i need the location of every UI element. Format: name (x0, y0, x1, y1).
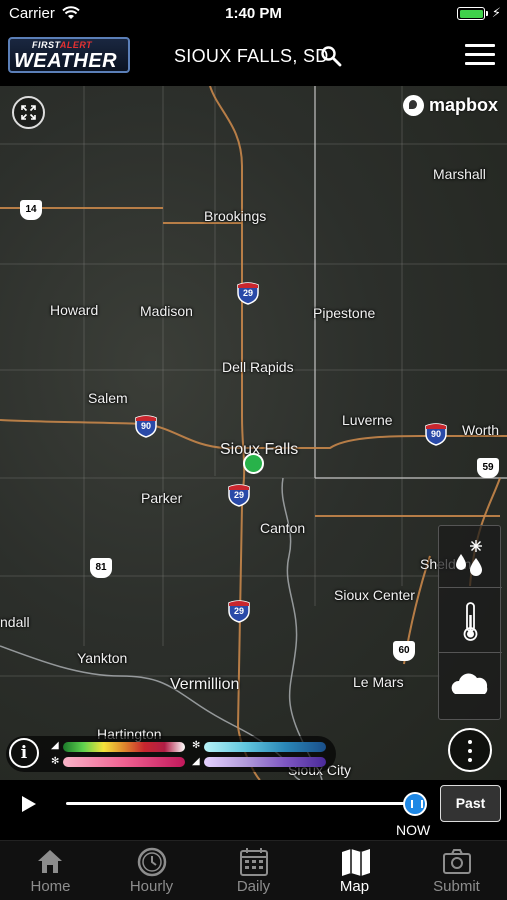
tab-label: Hourly (129, 878, 174, 895)
layer-picker (438, 525, 502, 720)
city-label: Salem (88, 390, 128, 406)
tab-map[interactable]: Map (304, 841, 405, 900)
snow-color-bar (204, 742, 326, 752)
interstate-shield: 29 (227, 483, 251, 507)
timeline-slider-thumb[interactable] (403, 792, 427, 816)
mapbox-label: mapbox (428, 95, 498, 115)
interstate-shield: 29 (236, 281, 260, 305)
tab-home[interactable]: Home (0, 841, 101, 900)
temperature-layer-icon (463, 602, 478, 641)
mix-legend-icon: ✻ (51, 756, 60, 767)
tab-label: Home (30, 878, 71, 895)
hamburger-menu-icon[interactable] (465, 44, 495, 68)
location-title[interactable]: SIOUX FALLS, SD (174, 46, 329, 67)
city-label: Madison (140, 303, 193, 319)
tab-label: Daily (236, 878, 271, 895)
more-options-icon[interactable] (448, 728, 492, 772)
mix-color-bar (63, 757, 185, 767)
charging-icon: ⚡ (491, 5, 501, 20)
past-button[interactable]: Past (440, 785, 501, 822)
fullscreen-icon[interactable] (12, 96, 45, 129)
city-label: Worth (462, 422, 500, 438)
info-icon[interactable]: i (9, 738, 39, 768)
shield-number: 29 (233, 490, 244, 500)
radar-legend[interactable]: i ◢ ✻ ✻ ◢ (6, 736, 336, 772)
ice-color-bar (204, 757, 326, 767)
shield-number: 90 (140, 421, 151, 431)
temperature-layer-button[interactable] (439, 591, 502, 653)
logo-first: FIRST (32, 40, 60, 50)
logo-alert: ALERT (59, 40, 93, 50)
interstate-shield: 90 (424, 422, 448, 446)
city-label: Luverne (342, 412, 393, 428)
ice-legend-icon: ◢ (192, 756, 200, 767)
timeline-slider-track[interactable] (66, 802, 416, 805)
shield-number: 29 (242, 288, 253, 298)
clock-icon (137, 847, 167, 877)
expand-arrows-icon (21, 105, 36, 120)
play-icon[interactable] (22, 796, 36, 812)
precipitation-layer-button[interactable] (439, 526, 502, 588)
radar-timeline: NOW Past (0, 780, 507, 840)
shield-number: 29 (233, 606, 244, 616)
clouds-layer-button[interactable] (439, 656, 502, 718)
interstate-shield: 29 (227, 599, 251, 623)
tab-daily[interactable]: Daily (203, 841, 304, 900)
city-label: Dell Rapids (222, 359, 294, 375)
clock-time: 1:40 PM (225, 5, 282, 22)
radar-map[interactable]: mapbox Marshall Brookings Howard Madison… (0, 86, 507, 780)
us-route-shield: 59 (477, 458, 499, 478)
mapbox-attribution[interactable]: mapbox (402, 95, 498, 116)
tab-hourly[interactable]: Hourly (101, 841, 202, 900)
city-label: Yankton (77, 650, 128, 666)
tab-label: Map (339, 878, 370, 895)
first-alert-weather-logo[interactable]: FIRSTALERT WEATHER (8, 37, 130, 73)
city-label: Parker (141, 490, 183, 506)
city-label: ndall (0, 614, 30, 630)
search-icon[interactable] (320, 45, 342, 67)
city-label: Le Mars (353, 674, 404, 690)
mapbox-logo-icon (402, 95, 424, 116)
us-route-shield: 60 (393, 641, 415, 661)
city-label: Brookings (204, 208, 267, 224)
us-route-shield: 14 (20, 200, 42, 220)
camera-icon (443, 849, 471, 874)
tab-submit[interactable]: Submit (406, 841, 507, 900)
precipitation-layer-icon (456, 540, 482, 576)
clouds-layer-icon (451, 673, 488, 694)
city-label: Sioux Center (334, 587, 415, 603)
battery-icon (457, 7, 488, 20)
rain-legend-icon: ◢ (51, 740, 59, 751)
city-label: Howard (50, 302, 99, 318)
city-label: Vermillion (170, 676, 240, 693)
status-bar: Carrier 1:40 PM ⚡ (0, 0, 507, 28)
now-label: NOW (396, 822, 431, 838)
tab-bar: Home Hourly Daily Map Submit (0, 840, 507, 900)
current-location-marker[interactable] (243, 453, 264, 474)
calendar-icon (240, 848, 268, 876)
tab-label: Submit (433, 878, 480, 895)
snow-legend-icon: ✻ (192, 740, 201, 751)
logo-weather: WEATHER (14, 50, 118, 72)
home-icon (38, 850, 62, 873)
app-header: FIRSTALERT WEATHER SIOUX FALLS, SD (0, 28, 507, 86)
city-label: Marshall (433, 166, 486, 182)
rain-color-bar (63, 742, 185, 752)
interstate-shield: 90 (134, 414, 158, 438)
us-route-shield: 81 (90, 558, 112, 578)
shield-number: 90 (430, 429, 441, 439)
city-label: Canton (260, 520, 306, 536)
map-icon (342, 849, 370, 876)
city-label: Pipestone (313, 305, 376, 321)
